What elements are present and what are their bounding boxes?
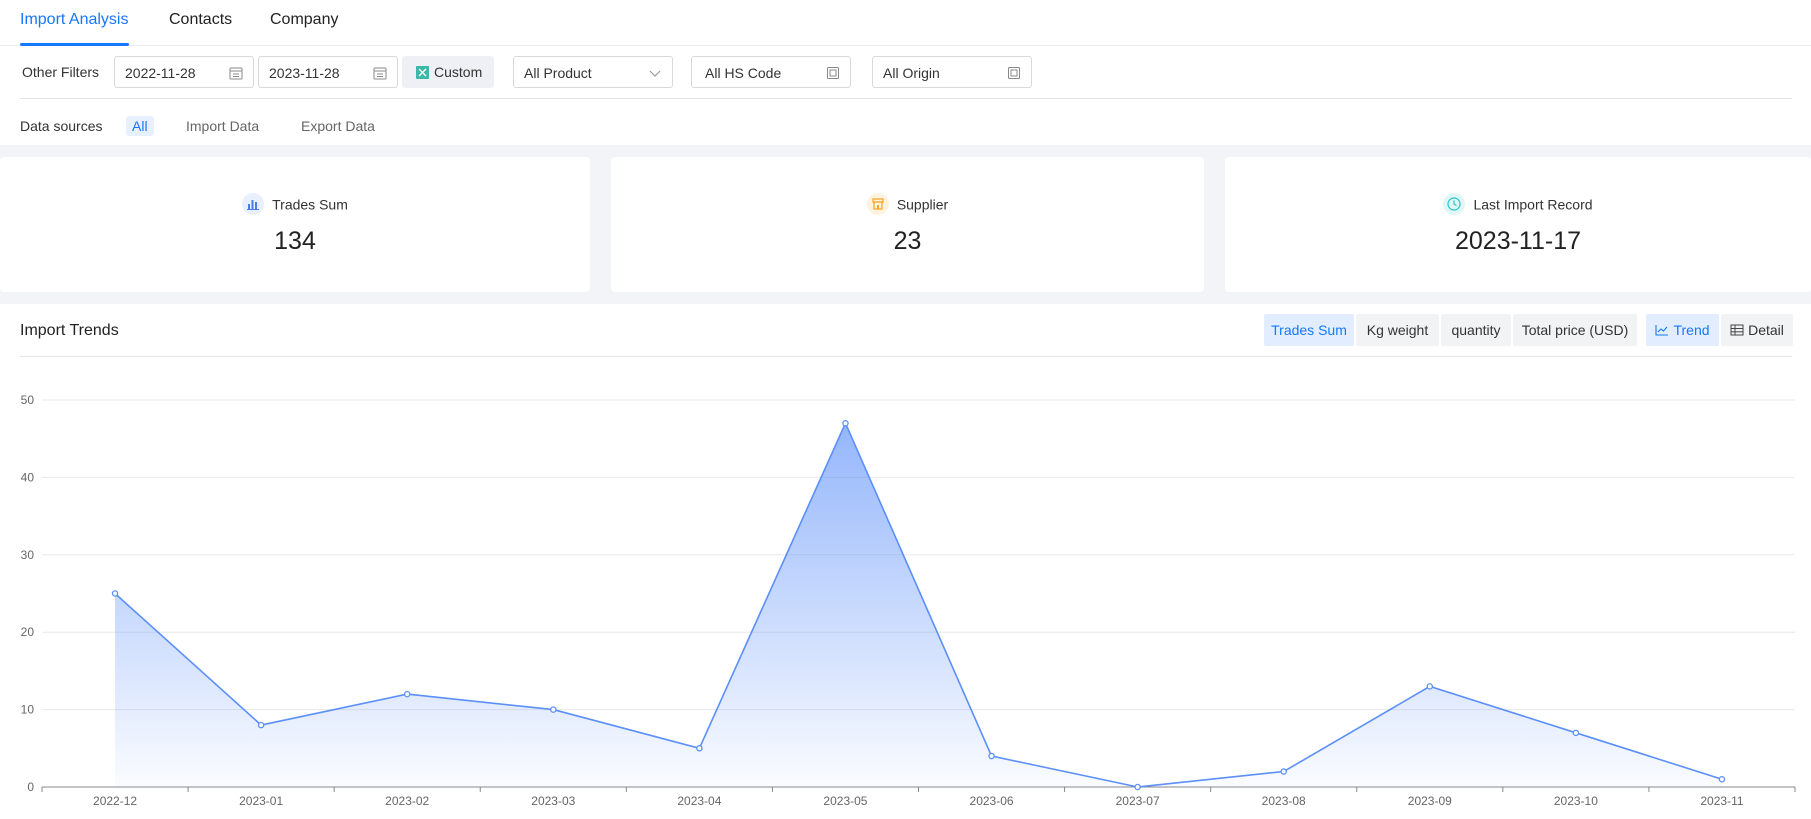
x-tick-label: 2023-04 bbox=[677, 794, 721, 808]
tab-import-analysis[interactable]: Import Analysis bbox=[20, 11, 128, 29]
trends-divider bbox=[20, 356, 1792, 357]
view-trend-label: Trend bbox=[1673, 322, 1710, 338]
date-to-field[interactable]: 2023-11-28 bbox=[258, 56, 398, 88]
stat-card-supplier: Supplier 23 bbox=[611, 157, 1204, 292]
stat-card-header: Trades Sum bbox=[0, 193, 590, 217]
section-gap bbox=[0, 292, 1811, 304]
section-gap bbox=[0, 145, 1811, 157]
list-picker-icon bbox=[1008, 67, 1020, 79]
import-analysis-page: Import Analysis Contacts Company Other F… bbox=[0, 0, 1811, 819]
x-tick-label: 2023-02 bbox=[385, 794, 429, 808]
filters-divider bbox=[20, 98, 1792, 99]
origin-value: All Origin bbox=[883, 65, 940, 81]
data-point bbox=[696, 745, 703, 752]
x-tick-label: 2023-10 bbox=[1554, 794, 1598, 808]
stat-label: Trades Sum bbox=[272, 196, 348, 213]
date-to-value: 2023-11-28 bbox=[269, 65, 340, 81]
line-chart-icon bbox=[1655, 325, 1669, 336]
data-source-all[interactable]: All bbox=[126, 116, 154, 136]
view-trend-button[interactable]: Trend bbox=[1646, 314, 1719, 346]
data-sources-label: Data sources bbox=[20, 118, 103, 134]
x-tick-label: 2022-12 bbox=[93, 794, 137, 808]
stat-card-header: Supplier bbox=[611, 193, 1204, 217]
data-point bbox=[1718, 776, 1726, 783]
metric-quantity[interactable]: quantity bbox=[1441, 314, 1511, 346]
store-icon bbox=[866, 193, 889, 215]
x-tick-label: 2023-01 bbox=[239, 794, 283, 808]
stat-value: 2023-11-17 bbox=[1454, 227, 1582, 255]
y-tick-label: 40 bbox=[21, 470, 35, 484]
x-tick-label: 2023-11 bbox=[1700, 794, 1743, 808]
product-select[interactable]: All Product bbox=[513, 56, 673, 88]
y-tick-label: 50 bbox=[21, 393, 35, 407]
filter-bar: Other Filters 2022-11-28 2023-11-28 Cust… bbox=[0, 46, 1811, 98]
import-trends-title: Import Trends bbox=[20, 322, 119, 339]
custom-range-button[interactable]: Custom bbox=[402, 56, 494, 88]
data-source-export[interactable]: Export Data bbox=[295, 116, 381, 136]
data-point bbox=[842, 419, 849, 427]
stat-label: Supplier bbox=[896, 196, 949, 213]
tab-contacts[interactable]: Contacts bbox=[169, 11, 232, 29]
data-point bbox=[1572, 729, 1580, 737]
metric-total-price[interactable]: Total price (USD) bbox=[1513, 314, 1637, 346]
bar-chart-icon bbox=[242, 193, 265, 215]
hs-code-field[interactable]: All HS Code bbox=[691, 56, 851, 88]
data-point bbox=[111, 590, 119, 597]
stat-value: 134 bbox=[274, 227, 316, 255]
y-tick-label: 20 bbox=[21, 625, 35, 639]
import-trends-chart: 0 10 20 30 40 50 2022-12 2023-01 2023-02 2023-03 2… bbox=[21, 393, 1796, 808]
x-tick-label: 2023-08 bbox=[1262, 794, 1306, 808]
top-tabs: Import Analysis Contacts Company bbox=[0, 0, 1811, 46]
data-source-import[interactable]: Import Data bbox=[180, 116, 265, 136]
data-point bbox=[550, 706, 557, 713]
data-point bbox=[403, 690, 411, 698]
y-tick-label: 10 bbox=[21, 703, 35, 717]
stat-label: Last Import Record bbox=[1473, 196, 1593, 213]
metric-trades-sum[interactable]: Trades Sum bbox=[1264, 314, 1354, 346]
date-from-field[interactable]: 2022-11-28 bbox=[114, 56, 254, 88]
view-detail-label: Detail bbox=[1748, 322, 1784, 338]
data-point bbox=[1280, 768, 1287, 775]
other-filters-label: Other Filters bbox=[22, 64, 100, 80]
clock-icon bbox=[1443, 193, 1466, 215]
calendar-icon bbox=[373, 67, 387, 80]
custom-range-label: Custom bbox=[434, 64, 483, 80]
data-point bbox=[988, 752, 995, 760]
x-tick-label: 2023-09 bbox=[1408, 794, 1452, 808]
calendar-icon bbox=[229, 67, 243, 80]
metric-kg-weight[interactable]: Kg weight bbox=[1356, 314, 1439, 346]
y-tick-label: 30 bbox=[21, 548, 35, 562]
table-icon bbox=[1730, 324, 1744, 336]
stat-card-trades-sum: Trades Sum 134 bbox=[0, 157, 590, 292]
chevron-down-icon bbox=[649, 70, 661, 77]
view-detail-button[interactable]: Detail bbox=[1721, 314, 1793, 346]
stat-value: 23 bbox=[893, 227, 922, 255]
stat-card-last-import: Last Import Record 2023-11-17 bbox=[1225, 157, 1811, 292]
data-point bbox=[1134, 783, 1141, 791]
x-tick-label: 2023-06 bbox=[970, 794, 1014, 808]
data-point bbox=[1426, 683, 1434, 690]
date-from-value: 2022-11-28 bbox=[125, 65, 196, 81]
product-select-value: All Product bbox=[524, 65, 592, 81]
x-tick-label: 2023-05 bbox=[823, 794, 867, 808]
y-tick-label: 0 bbox=[27, 780, 34, 794]
x-tick-label: 2023-03 bbox=[531, 794, 575, 808]
stat-card-header: Last Import Record bbox=[1225, 193, 1811, 217]
custom-range-icon bbox=[416, 66, 429, 79]
origin-field[interactable]: All Origin bbox=[872, 56, 1032, 88]
data-point bbox=[257, 721, 265, 729]
hs-code-value: All HS Code bbox=[705, 65, 782, 81]
list-picker-icon bbox=[827, 67, 839, 79]
tab-company[interactable]: Company bbox=[270, 11, 338, 29]
x-tick-label: 2023-07 bbox=[1116, 794, 1160, 808]
